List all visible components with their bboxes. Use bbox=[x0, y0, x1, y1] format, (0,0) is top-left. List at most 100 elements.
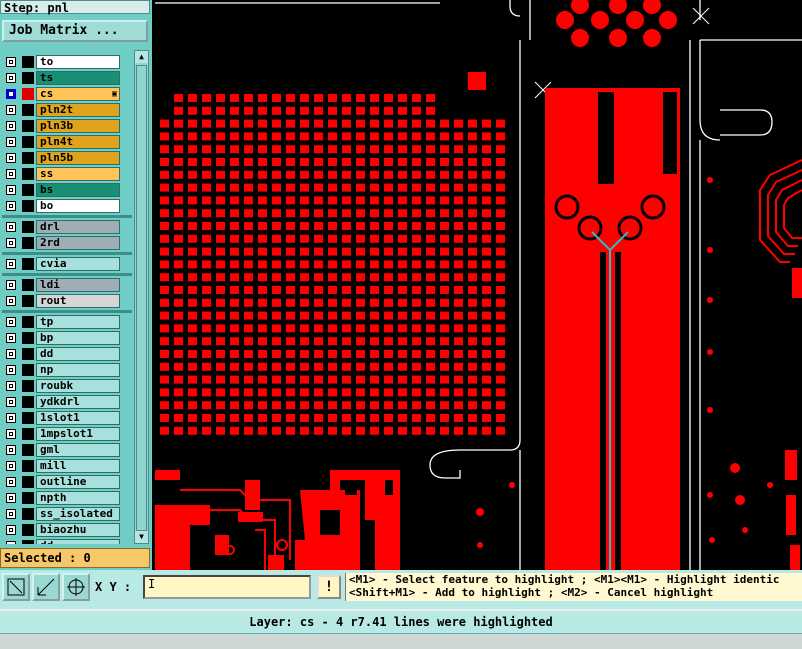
smd-pad[interactable] bbox=[216, 170, 225, 179]
layer-color-swatch[interactable] bbox=[22, 524, 34, 536]
smd-pad[interactable] bbox=[202, 401, 211, 410]
smd-pad[interactable] bbox=[370, 222, 379, 230]
smd-pad[interactable] bbox=[342, 158, 351, 166]
smd-pad[interactable] bbox=[328, 286, 337, 294]
smd-pad[interactable] bbox=[202, 414, 211, 422]
smd-pad[interactable] bbox=[454, 132, 463, 141]
smd-pad[interactable] bbox=[468, 119, 477, 128]
smd-pad[interactable] bbox=[258, 414, 267, 422]
layer-name[interactable]: np bbox=[36, 363, 120, 377]
layer-row-tp[interactable]: tp bbox=[2, 314, 132, 330]
smd-pad[interactable] bbox=[314, 375, 323, 384]
smd-pad[interactable] bbox=[272, 196, 281, 205]
layer-row-bo[interactable]: bo bbox=[2, 198, 132, 214]
smd-pad[interactable] bbox=[202, 247, 211, 256]
smd-pad[interactable] bbox=[286, 158, 295, 166]
exclamation-button[interactable]: ! bbox=[317, 575, 341, 599]
smd-pad[interactable] bbox=[384, 170, 393, 179]
smd-pad[interactable] bbox=[496, 183, 505, 192]
smd-pad[interactable] bbox=[370, 350, 379, 358]
smd-pad[interactable] bbox=[384, 247, 393, 256]
smd-pad[interactable] bbox=[356, 183, 365, 192]
smd-pad[interactable] bbox=[244, 388, 253, 397]
smd-pad[interactable] bbox=[356, 337, 365, 346]
smd-pad[interactable] bbox=[160, 414, 169, 422]
smd-pad[interactable] bbox=[230, 145, 239, 154]
smd-pad[interactable] bbox=[174, 324, 183, 333]
smd-pad[interactable] bbox=[496, 145, 505, 154]
layer-checkbox[interactable] bbox=[6, 280, 16, 290]
layer-row-drl[interactable]: drl bbox=[2, 219, 132, 235]
smd-pad[interactable] bbox=[230, 196, 239, 205]
smd-pad[interactable] bbox=[328, 247, 337, 256]
smd-pad[interactable] bbox=[216, 209, 225, 218]
smd-pad[interactable] bbox=[300, 158, 309, 166]
smd-pad[interactable] bbox=[188, 260, 197, 269]
smd-pad[interactable] bbox=[174, 260, 183, 269]
smd-pad[interactable] bbox=[482, 170, 491, 179]
smd-pad[interactable] bbox=[272, 401, 281, 410]
smd-pad[interactable] bbox=[188, 337, 197, 346]
smd-pad[interactable] bbox=[426, 337, 435, 346]
smd-pad[interactable] bbox=[384, 222, 393, 230]
smd-pad[interactable] bbox=[426, 414, 435, 422]
smd-pad[interactable] bbox=[384, 401, 393, 410]
smd-pad[interactable] bbox=[188, 414, 197, 422]
smd-pad[interactable] bbox=[370, 145, 379, 154]
smd-pad[interactable] bbox=[426, 401, 435, 410]
smd-pad[interactable] bbox=[482, 119, 491, 128]
smd-pad[interactable] bbox=[286, 247, 295, 256]
smd-pad[interactable] bbox=[356, 158, 365, 166]
smd-pad[interactable] bbox=[272, 388, 281, 397]
smd-pad[interactable] bbox=[412, 247, 421, 256]
job-matrix-button[interactable]: Job Matrix ... bbox=[2, 20, 148, 42]
smd-pad[interactable] bbox=[258, 375, 267, 384]
smd-pad[interactable] bbox=[426, 145, 435, 154]
layer-checkbox[interactable] bbox=[6, 397, 16, 407]
smd-pad[interactable] bbox=[398, 158, 407, 166]
layer-name[interactable]: bp bbox=[36, 331, 120, 345]
smd-pad[interactable] bbox=[468, 158, 477, 166]
smd-pad[interactable] bbox=[286, 209, 295, 218]
smd-pad[interactable] bbox=[496, 298, 505, 307]
smd-pad[interactable] bbox=[482, 132, 491, 141]
layer-color-swatch[interactable] bbox=[22, 364, 34, 376]
smd-pad[interactable] bbox=[356, 401, 365, 410]
smd-pad[interactable] bbox=[244, 234, 253, 243]
smd-pad[interactable] bbox=[202, 273, 211, 282]
smd-pad[interactable] bbox=[314, 132, 323, 141]
smd-pad[interactable] bbox=[370, 273, 379, 282]
smd-pad[interactable] bbox=[258, 209, 267, 218]
smd-pad[interactable] bbox=[440, 209, 449, 218]
smd-pad[interactable] bbox=[314, 401, 323, 410]
smd-pad[interactable] bbox=[230, 362, 239, 371]
smd-pad[interactable] bbox=[454, 414, 463, 422]
smd-pad[interactable] bbox=[314, 311, 323, 320]
layer-checkbox[interactable] bbox=[6, 365, 16, 375]
smd-pad[interactable] bbox=[300, 260, 309, 269]
layer-color-swatch[interactable] bbox=[22, 184, 34, 196]
smd-pad[interactable] bbox=[398, 273, 407, 282]
smd-pad[interactable] bbox=[286, 260, 295, 269]
smd-pad[interactable] bbox=[286, 170, 295, 179]
smd-pad[interactable] bbox=[286, 119, 295, 128]
smd-pad[interactable] bbox=[314, 286, 323, 294]
layer-color-swatch[interactable] bbox=[22, 237, 34, 249]
smd-pad[interactable] bbox=[370, 247, 379, 256]
layer-name[interactable]: 1mpslot1 bbox=[36, 427, 120, 441]
smd-pad[interactable] bbox=[454, 388, 463, 397]
smd-pad[interactable] bbox=[300, 337, 309, 346]
smd-pad[interactable] bbox=[440, 350, 449, 358]
layer-checkbox[interactable] bbox=[6, 445, 16, 455]
smd-pad[interactable] bbox=[328, 170, 337, 179]
smd-pad[interactable] bbox=[384, 426, 393, 435]
smd-pad[interactable] bbox=[202, 234, 211, 243]
smd-pad[interactable] bbox=[426, 286, 435, 294]
smd-pad[interactable] bbox=[482, 298, 491, 307]
smd-pad[interactable] bbox=[272, 362, 281, 371]
smd-pad[interactable] bbox=[426, 132, 435, 141]
smd-pad[interactable] bbox=[258, 273, 267, 282]
smd-pad[interactable] bbox=[300, 298, 309, 307]
smd-pad[interactable] bbox=[370, 286, 379, 294]
smd-pad[interactable] bbox=[300, 414, 309, 422]
